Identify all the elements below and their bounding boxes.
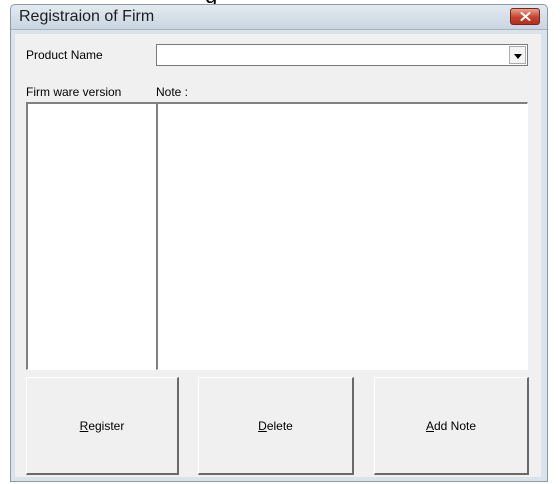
delete-button-label: Delete xyxy=(258,418,293,433)
product-name-label: Product Name xyxy=(26,48,103,62)
product-name-combobox[interactable] xyxy=(156,44,528,66)
register-button-label: Register xyxy=(79,418,125,433)
firmware-version-list[interactable] xyxy=(26,102,157,370)
register-button[interactable]: Register xyxy=(26,377,179,475)
registration-window: Registraion of Firm Product Name Firm wa… xyxy=(10,4,548,482)
window-client-area: Product Name Firm ware version Note : Re… xyxy=(15,34,541,477)
delete-button[interactable]: Delete xyxy=(198,377,354,475)
add-note-button[interactable]: Add Note xyxy=(374,377,529,475)
title-bar[interactable]: Registraion of Firm xyxy=(11,5,547,30)
note-textarea[interactable] xyxy=(156,102,528,370)
add-note-button-label: Add Note xyxy=(425,418,477,433)
note-label: Note : xyxy=(156,85,189,99)
chevron-down-icon xyxy=(513,46,522,64)
close-button[interactable] xyxy=(510,8,540,25)
firmware-version-label: Firm ware version xyxy=(26,85,122,99)
close-icon xyxy=(520,12,531,21)
window-title: Registraion of Firm xyxy=(19,8,155,25)
product-name-dropdown-button[interactable] xyxy=(509,46,526,64)
